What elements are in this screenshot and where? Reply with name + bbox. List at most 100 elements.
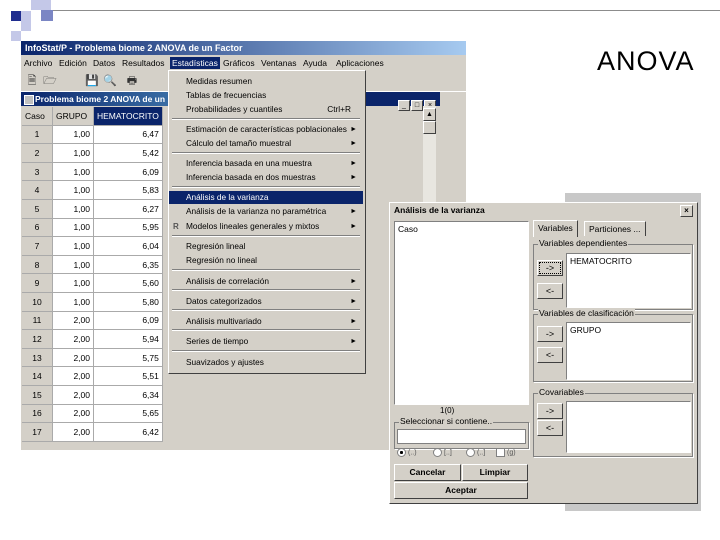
table-cell[interactable]: 1,00 (52, 273, 94, 293)
maximize-icon[interactable]: □ (411, 100, 423, 111)
tab-particiones[interactable]: Particiones ... (584, 221, 646, 236)
variable-item[interactable]: Caso (398, 224, 418, 234)
table-cell[interactable]: 1,00 (52, 218, 94, 238)
table-cell[interactable]: 5,42 (93, 143, 163, 163)
table-cell[interactable]: 2,00 (52, 366, 94, 386)
close-icon[interactable]: × (680, 205, 693, 217)
row-number[interactable]: 16 (22, 404, 53, 424)
row-number[interactable]: 7 (22, 236, 53, 256)
menu-aplicaciones[interactable]: Aplicaciones (336, 58, 384, 68)
menu-item[interactable]: Regresión lineal (169, 240, 363, 253)
menu-item[interactable]: Cálculo del tamaño muestral ► (169, 137, 363, 150)
table-cell[interactable]: 5,94 (93, 329, 163, 349)
table-row[interactable]: 13 2,00 5,75 (22, 348, 163, 368)
table-cell[interactable]: 5,60 (93, 273, 163, 293)
table-cell[interactable]: 1,00 (52, 292, 94, 312)
filter-option[interactable]: (..) (397, 448, 417, 457)
table-cell[interactable]: 2,00 (52, 311, 94, 331)
print-preview-icon[interactable]: 🔍 (103, 74, 117, 88)
add-classification-button[interactable]: -> (537, 326, 563, 342)
menu-item[interactable]: Análisis de la varianza (169, 191, 363, 204)
row-number[interactable]: 1 (22, 125, 53, 145)
variables-list[interactable]: Caso (394, 221, 529, 405)
menu-item[interactable]: Inferencia basada en una muestra ► (169, 157, 363, 170)
menu-item[interactable]: Análisis de la varianza no paramétrica ► (169, 205, 363, 218)
add-covariable-button[interactable]: -> (537, 403, 563, 419)
table-row[interactable]: 3 1,00 6,09 (22, 162, 163, 182)
menu-edicion[interactable]: Edición (59, 58, 87, 68)
clear-button[interactable]: Limpiar (462, 464, 528, 481)
row-number[interactable]: 11 (22, 311, 53, 331)
minimize-icon[interactable]: _ (398, 100, 410, 111)
table-cell[interactable]: 1,00 (52, 125, 94, 145)
table-cell[interactable]: 6,04 (93, 236, 163, 256)
menu-ayuda[interactable]: Ayuda (303, 58, 327, 68)
table-row[interactable]: 6 1,00 5,95 (22, 218, 163, 238)
column-header[interactable]: GRUPO (52, 107, 94, 126)
table-cell[interactable]: 6,27 (93, 199, 163, 219)
column-header[interactable]: Caso (22, 107, 53, 126)
new-file-icon[interactable]: 🗎 (25, 74, 39, 88)
menu-item[interactable]: Tablas de frecuencias (169, 89, 363, 102)
table-cell[interactable]: 6,35 (93, 255, 163, 275)
table-cell[interactable]: 5,51 (93, 366, 163, 386)
scroll-thumb[interactable] (423, 121, 436, 134)
menu-graficos[interactable]: Gráficos (223, 58, 255, 68)
table-row[interactable]: 10 1,00 5,80 (22, 292, 163, 312)
table-cell[interactable]: 2,00 (52, 404, 94, 424)
save-icon[interactable]: 💾 (85, 74, 99, 88)
covariables-list[interactable] (566, 401, 691, 453)
table-row[interactable]: 2 1,00 5,42 (22, 143, 163, 163)
menu-archivo[interactable]: Archivo (24, 58, 52, 68)
menu-item[interactable]: Probabilidades y cuantiles Ctrl+R (169, 103, 363, 116)
row-number[interactable]: 8 (22, 255, 53, 275)
dependent-variables-list[interactable]: HEMATOCRITO (566, 253, 691, 308)
table-row[interactable]: 9 1,00 5,60 (22, 273, 163, 293)
row-number[interactable]: 10 (22, 292, 53, 312)
table-cell[interactable]: 2,00 (52, 422, 94, 442)
menu-datos[interactable]: Datos (93, 58, 115, 68)
table-row[interactable]: 5 1,00 6,27 (22, 199, 163, 219)
table-cell[interactable]: 5,80 (93, 292, 163, 312)
table-row[interactable]: 12 2,00 5,94 (22, 329, 163, 349)
table-cell[interactable]: 1,00 (52, 255, 94, 275)
table-cell[interactable]: 6,09 (93, 311, 163, 331)
menu-item[interactable]: Suavizados y ajustes (169, 356, 363, 369)
menu-item[interactable]: Análisis de correlación ► (169, 275, 363, 288)
data-grid[interactable]: Caso GRUPO HEMATOCRITO 1 1,00 6,47 2 1,00 5,4… (22, 107, 163, 442)
print-icon[interactable]: 🖶 (125, 74, 139, 88)
table-row[interactable]: 14 2,00 5,51 (22, 366, 163, 386)
menu-item[interactable]: Estimación de características poblaciona… (169, 123, 363, 136)
row-number[interactable]: 6 (22, 218, 53, 238)
remove-dependent-button[interactable]: <- (537, 283, 563, 299)
table-cell[interactable]: 1,00 (52, 236, 94, 256)
table-cell[interactable]: 6,09 (93, 162, 163, 182)
menu-estadisticas[interactable]: Estadísticas (170, 57, 220, 69)
classification-variables-list[interactable]: GRUPO (566, 322, 691, 380)
table-row[interactable]: 11 2,00 6,09 (22, 311, 163, 331)
menu-item[interactable]: Medidas resumen (169, 75, 363, 88)
add-dependent-button[interactable]: -> (537, 260, 563, 276)
row-number[interactable]: 17 (22, 422, 53, 442)
menu-item[interactable]: Series de tiempo ► (169, 335, 363, 348)
row-number[interactable]: 12 (22, 329, 53, 349)
table-cell[interactable]: 2,00 (52, 385, 94, 405)
filter-option[interactable]: (g) (496, 448, 516, 457)
filter-input[interactable] (397, 429, 526, 444)
table-cell[interactable]: 5,65 (93, 404, 163, 424)
table-cell[interactable]: 6,42 (93, 422, 163, 442)
row-number[interactable]: 5 (22, 199, 53, 219)
row-number[interactable]: 13 (22, 348, 53, 368)
table-cell[interactable]: 1,00 (52, 143, 94, 163)
table-row[interactable]: 17 2,00 6,42 (22, 422, 163, 442)
table-cell[interactable]: 6,47 (93, 125, 163, 145)
menu-item[interactable]: Análisis multivariado ► (169, 315, 363, 328)
table-cell[interactable]: 1,00 (52, 180, 94, 200)
filter-option[interactable]: (..] (466, 448, 485, 457)
row-number[interactable]: 4 (22, 180, 53, 200)
menu-item[interactable]: Modelos lineales generales y mixtos ► R (169, 220, 363, 233)
menu-item[interactable]: Regresión no lineal (169, 254, 363, 267)
filter-option[interactable]: [..] (433, 448, 452, 457)
dependent-variable-item[interactable]: HEMATOCRITO (570, 256, 632, 266)
tab-variables[interactable]: Variables (533, 220, 578, 237)
